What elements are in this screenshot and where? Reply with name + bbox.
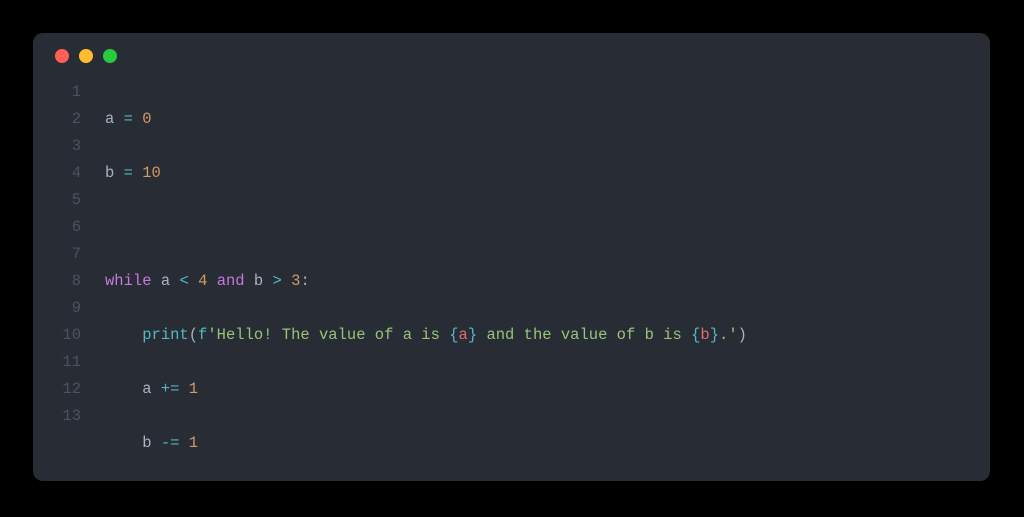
line-number: 6 <box>33 214 81 241</box>
code-line: a = 0 <box>105 106 990 133</box>
code-line: b = 10 <box>105 160 990 187</box>
line-number: 5 <box>33 187 81 214</box>
code-window: 1 2 3 4 5 6 7 8 9 10 11 12 13 a = 0 b = … <box>33 33 990 481</box>
line-number-gutter: 1 2 3 4 5 6 7 8 9 10 11 12 13 <box>33 79 87 481</box>
line-number: 12 <box>33 376 81 403</box>
minimize-icon[interactable] <box>79 49 93 63</box>
code-editor: 1 2 3 4 5 6 7 8 9 10 11 12 13 a = 0 b = … <box>33 79 990 481</box>
code-content[interactable]: a = 0 b = 10 while a < 4 and b > 3: prin… <box>87 79 990 481</box>
line-number: 8 <box>33 268 81 295</box>
line-number: 13 <box>33 403 81 430</box>
line-number: 3 <box>33 133 81 160</box>
code-line: b -= 1 <box>105 430 990 457</box>
window-titlebar <box>33 33 990 79</box>
code-line: a += 1 <box>105 376 990 403</box>
code-line: while a < 4 and b > 3: <box>105 268 990 295</box>
line-number: 10 <box>33 322 81 349</box>
line-number: 7 <box>33 241 81 268</box>
line-number: 1 <box>33 79 81 106</box>
line-number: 4 <box>33 160 81 187</box>
close-icon[interactable] <box>55 49 69 63</box>
maximize-icon[interactable] <box>103 49 117 63</box>
code-line <box>105 214 990 241</box>
code-line: print(f'Hello! The value of a is {a} and… <box>105 322 990 349</box>
line-number: 9 <box>33 295 81 322</box>
line-number: 2 <box>33 106 81 133</box>
line-number: 11 <box>33 349 81 376</box>
